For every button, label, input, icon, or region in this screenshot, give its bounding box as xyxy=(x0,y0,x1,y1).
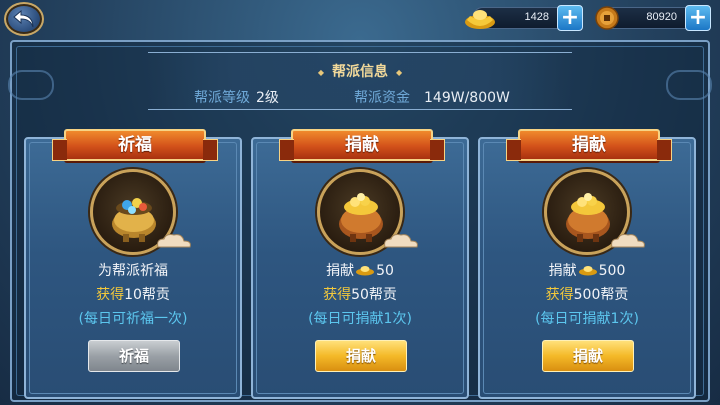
donate-cost-label: 捐献 xyxy=(548,263,577,279)
gold-ingot-icon xyxy=(465,10,495,29)
back-button[interactable] xyxy=(4,2,44,36)
guild-funds-value: 149W/800W xyxy=(424,90,510,106)
pray-daily-limit: (每日可祈福一次) xyxy=(78,311,188,327)
guild-info-box: 帮派信息 帮派等级 2级 帮派资金 149W/800W xyxy=(148,52,572,110)
donate-cost: 捐献 500 xyxy=(480,260,694,280)
donate-ribbon: 捐献 xyxy=(279,129,445,161)
donate-cost-amount: 50 xyxy=(376,263,394,279)
reward-amount: 500帮贡 xyxy=(573,287,629,303)
pray-ribbon: 祈福 xyxy=(52,129,218,161)
reward-amount: 10帮贡 xyxy=(124,287,170,303)
pray-description: 为帮派祈福 xyxy=(98,263,168,279)
guild-panel-screen: 1428 + 80920 + 帮派信息 帮派等级 2级 帮派资金 149W/800W… xyxy=(0,0,720,405)
donate-50-button[interactable]: 捐献 xyxy=(315,340,407,372)
coin-resource: 80920 + xyxy=(595,5,711,31)
cloud-ornament-icon xyxy=(611,234,645,248)
guild-level-label: 帮派等级 xyxy=(194,90,250,106)
cloud-ornament-icon xyxy=(157,234,191,248)
donate-daily-limit: (每日可捐献1次) xyxy=(308,311,412,327)
guild-level-value: 2级 xyxy=(256,90,279,106)
donate-500-button[interactable]: 捐献 xyxy=(542,340,634,372)
donate-500-card: 捐献 捐献 500 获得500帮贡 (每日可捐献1次) 捐献 xyxy=(478,129,696,399)
pray-reward: 获得10帮贡 xyxy=(26,284,240,304)
reward-gain-word: 获得 xyxy=(96,287,125,303)
pray-button[interactable]: 祈福 xyxy=(88,340,180,372)
guild-funds-label: 帮派资金 xyxy=(354,90,410,106)
gold-ingot-icon xyxy=(356,266,375,276)
donate-reward: 获得500帮贡 xyxy=(480,284,694,304)
reward-gain-word: 获得 xyxy=(545,287,574,303)
donate-cost-amount: 500 xyxy=(598,263,626,279)
add-gold-button[interactable]: + xyxy=(557,5,583,31)
gold-amount: 1428 xyxy=(524,11,549,23)
guild-level-row: 帮派等级 2级 xyxy=(194,87,279,107)
reward-gain-word: 获得 xyxy=(323,287,352,303)
donate-daily-limit: (每日可捐献1次) xyxy=(535,311,639,327)
donate-cost: 捐献 50 xyxy=(253,260,467,280)
coin-amount: 80920 xyxy=(646,11,677,23)
guild-info-title: 帮派信息 xyxy=(148,61,572,81)
donate-50-card: 捐献 捐献 50 获得50帮贡 (每日可捐献1次) 捐献 xyxy=(251,129,469,399)
add-coin-button[interactable]: + xyxy=(685,5,711,31)
reward-amount: 50帮贡 xyxy=(351,287,397,303)
cloud-ornament-icon xyxy=(384,234,418,248)
corner-ornament xyxy=(8,70,54,100)
guild-funds-row: 帮派资金 149W/800W xyxy=(354,87,510,107)
gold-resource: 1428 + xyxy=(465,5,583,31)
donate-cost-label: 捐献 xyxy=(326,263,355,279)
corner-ornament xyxy=(666,70,712,100)
donate-reward: 获得50帮贡 xyxy=(253,284,467,304)
copper-coin-icon xyxy=(595,6,619,30)
pray-card: 祈福 为帮派祈福 获得10帮贡 (每日可祈福一次) 祈福 xyxy=(24,129,242,399)
gold-ingot-icon xyxy=(578,266,597,276)
donate-ribbon: 捐献 xyxy=(506,129,672,161)
back-arrow-icon xyxy=(13,9,34,28)
